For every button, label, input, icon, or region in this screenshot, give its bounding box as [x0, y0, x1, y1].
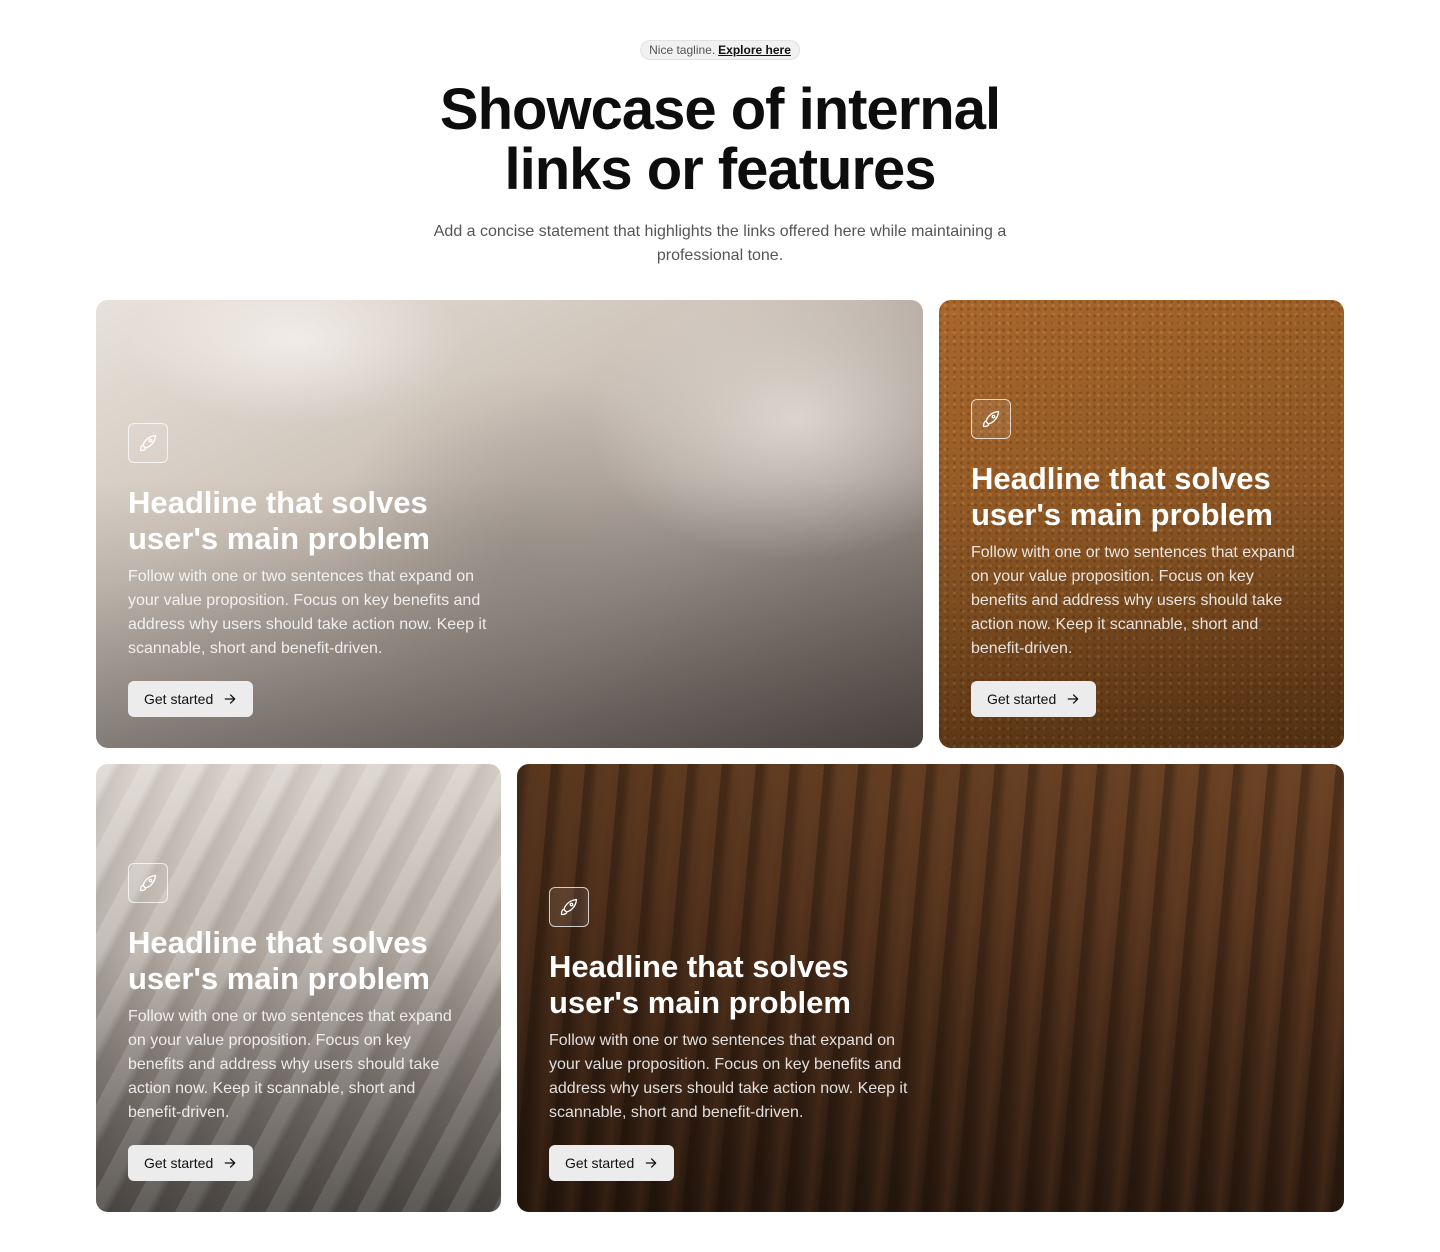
rocket-icon — [549, 887, 589, 927]
card-content: Headline that solves user's main problem… — [971, 399, 1311, 717]
tagline-badge: Nice tagline. Explore here — [640, 40, 800, 60]
button-label: Get started — [565, 1155, 635, 1171]
arrow-right-icon — [223, 692, 237, 706]
button-label: Get started — [987, 691, 1057, 707]
rocket-icon — [128, 863, 168, 903]
feature-card-1: Headline that solves user's main problem… — [96, 300, 923, 748]
card-title: Headline that solves user's main problem — [549, 949, 851, 1020]
get-started-button[interactable]: Get started — [128, 1145, 254, 1181]
page-title: Showcase of internal links or features — [439, 77, 1001, 202]
card-description: Follow with one or two sentences that ex… — [549, 1032, 908, 1121]
card-content: Headline that solves user's main problem… — [128, 423, 508, 717]
feature-card-3: Headline that solves user's main problem… — [96, 764, 501, 1212]
get-started-button[interactable]: Get started — [971, 681, 1097, 717]
page-subtitle: Add a concise statement that highlights … — [433, 223, 1007, 264]
card-title: Headline that solves user's main problem — [971, 461, 1273, 532]
card-description: Follow with one or two sentences that ex… — [128, 1008, 452, 1121]
button-label: Get started — [144, 1155, 214, 1171]
card-content: Headline that solves user's main problem… — [549, 887, 929, 1181]
card-content: Headline that solves user's main problem… — [128, 863, 468, 1181]
tagline-link[interactable]: Explore here — [718, 43, 791, 57]
card-title: Headline that solves user's main problem — [128, 925, 430, 996]
rocket-icon — [971, 399, 1011, 439]
tagline-text: Nice tagline. — [649, 43, 716, 57]
get-started-button[interactable]: Get started — [549, 1145, 675, 1181]
button-label: Get started — [144, 691, 214, 707]
arrow-right-icon — [644, 1156, 658, 1170]
card-title: Headline that solves user's main problem — [128, 485, 430, 556]
feature-card-2: Headline that solves user's main problem… — [939, 300, 1344, 748]
card-description: Follow with one or two sentences that ex… — [971, 544, 1295, 657]
get-started-button[interactable]: Get started — [128, 681, 254, 717]
feature-card-4: Headline that solves user's main problem… — [517, 764, 1344, 1212]
card-description: Follow with one or two sentences that ex… — [128, 568, 487, 657]
arrow-right-icon — [1066, 692, 1080, 706]
rocket-icon — [128, 423, 168, 463]
arrow-right-icon — [223, 1156, 237, 1170]
